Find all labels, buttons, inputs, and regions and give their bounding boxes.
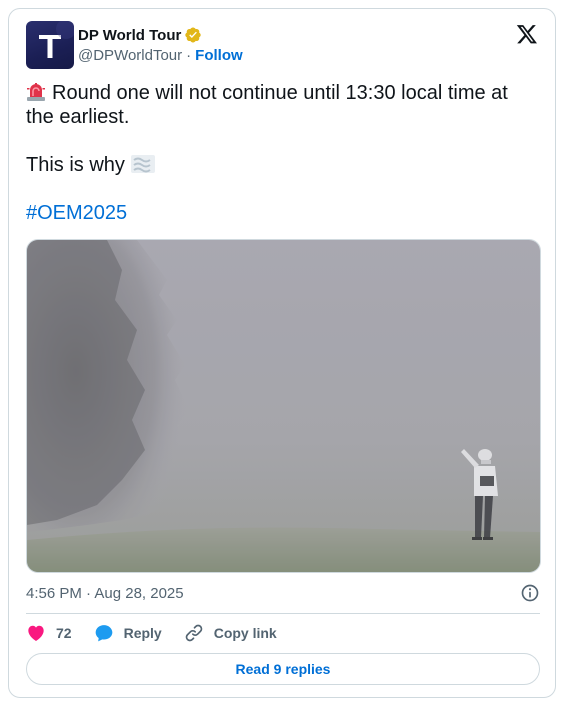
foggy-golf-course-photo <box>27 240 540 572</box>
info-icon[interactable] <box>520 583 540 603</box>
author-names: DP World Tour @DPWorldTour · Follow <box>78 25 243 65</box>
fog-emoji-icon <box>130 155 155 173</box>
reply-bubble-icon <box>95 625 112 642</box>
tweet-line-1: Round one will not continue until 13:30 … <box>26 81 536 129</box>
read-replies-button[interactable]: Read 9 replies <box>26 653 540 685</box>
separator-dot: · <box>186 46 192 64</box>
tweet-line-2: This is why <box>26 153 536 177</box>
reply-label: Reply <box>123 625 162 641</box>
tweet-card: DP World Tour @DPWorldTour · Follow Roun… <box>8 8 556 698</box>
author-display-name[interactable]: DP World Tour <box>78 27 181 44</box>
link-icon <box>185 624 202 642</box>
hashtag-link[interactable]: #OEM2025 <box>26 202 127 224</box>
tweet-text: Round one will not continue until 13:30 … <box>26 81 536 225</box>
tweet-header: DP World Tour @DPWorldTour · Follow <box>26 21 243 69</box>
like-count: 72 <box>56 625 72 641</box>
verified-badge-icon <box>185 27 202 43</box>
read-replies-label: Read 9 replies <box>235 661 331 677</box>
heart-icon <box>28 625 44 641</box>
action-bar: 72 Reply Copy link <box>26 621 299 645</box>
like-button[interactable]: 72 <box>26 623 72 643</box>
copy-link-label: Copy link <box>213 625 277 641</box>
x-logo-icon[interactable] <box>516 23 538 45</box>
copy-link-button[interactable]: Copy link <box>184 623 277 643</box>
tweet-line-2-text: This is why <box>26 154 125 176</box>
tweet-media-image[interactable] <box>26 239 541 573</box>
tweet-line-1-text: Round one will not continue until 13:30 … <box>26 82 508 128</box>
avatar[interactable] <box>26 21 74 69</box>
avatar-logo-icon <box>39 21 74 58</box>
author-handle[interactable]: @DPWorldTour <box>78 47 182 64</box>
reply-button[interactable]: Reply <box>94 623 162 643</box>
rotating-light-emoji-icon <box>27 83 45 101</box>
follow-button[interactable]: Follow <box>195 47 243 64</box>
timestamp-row: 4:56 PM · Aug 28, 2025 <box>26 583 540 603</box>
tweet-timestamp[interactable]: 4:56 PM · Aug 28, 2025 <box>26 585 184 602</box>
tweet-line-3: #OEM2025 <box>26 201 536 225</box>
divider <box>26 613 540 614</box>
